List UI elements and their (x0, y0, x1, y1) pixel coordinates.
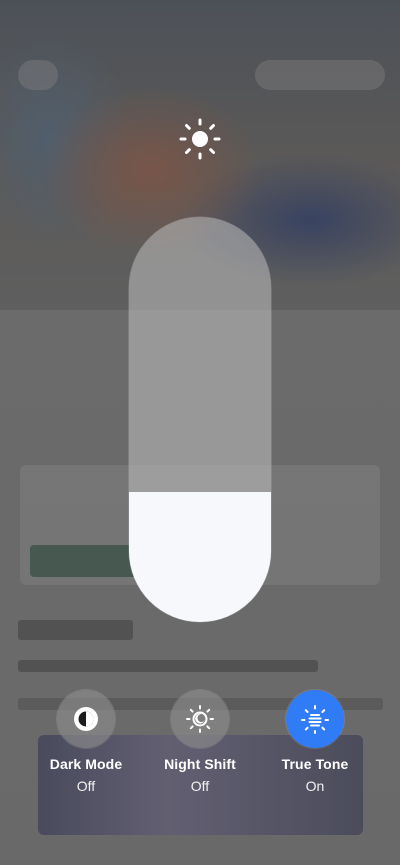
dark-mode-icon (74, 707, 98, 731)
night-shift-toggle[interactable]: Night Shift Off (145, 690, 255, 794)
night-shift-label: Night Shift (164, 756, 236, 772)
dark-mode-state: Off (76, 778, 96, 794)
brightness-level-fill (129, 492, 271, 622)
night-shift-button[interactable] (171, 690, 229, 748)
night-shift-state: Off (190, 778, 210, 794)
true-tone-icon (301, 705, 329, 734)
dark-mode-toggle[interactable]: Dark Mode Off (31, 690, 141, 794)
true-tone-toggle[interactable]: True Tone On (260, 690, 370, 794)
brightness-slider[interactable] (129, 217, 271, 622)
sun-icon (178, 117, 222, 161)
true-tone-state: On (305, 778, 325, 794)
dark-mode-label: Dark Mode (49, 756, 123, 772)
true-tone-button[interactable] (286, 690, 344, 748)
dark-mode-button[interactable] (57, 690, 115, 748)
true-tone-label: True Tone (281, 756, 349, 772)
night-shift-icon (186, 705, 214, 733)
